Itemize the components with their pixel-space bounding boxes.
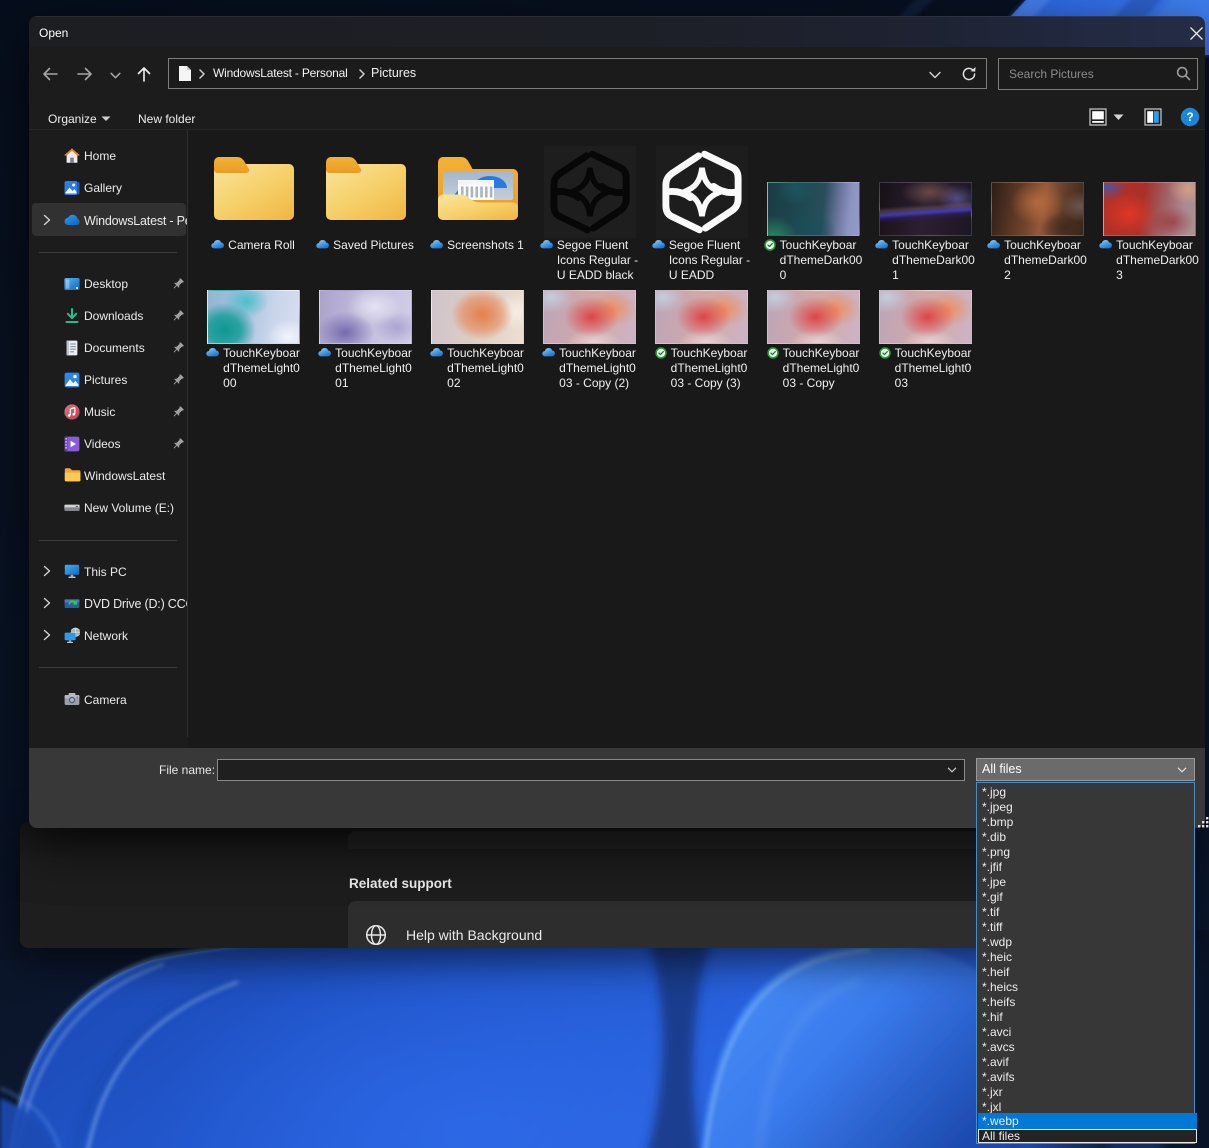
svg-text:?: ? — [1186, 110, 1193, 124]
